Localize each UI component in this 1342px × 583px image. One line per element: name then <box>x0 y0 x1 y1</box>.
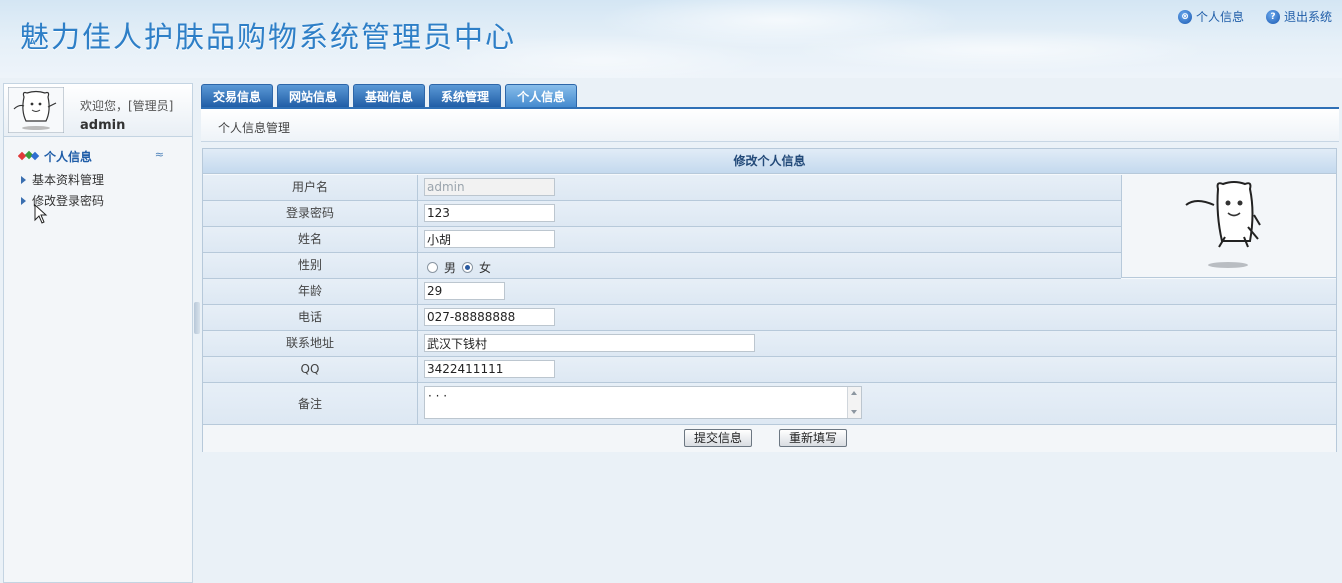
page-header: 魅力佳人护肤品购物系统管理员中心 ⊗ 个人信息 ? 退出系统 <box>0 0 1342 78</box>
submit-button[interactable]: 提交信息 <box>684 429 753 447</box>
age-input[interactable] <box>424 282 505 300</box>
left-sidebar: 欢迎您，[管理员] admin 个人信息 ≈ 基本资料管理 修改登录密码 <box>3 83 193 583</box>
gender-female-label[interactable]: 女 <box>479 259 491 276</box>
name-label: 姓名 <box>203 227 418 252</box>
top-link-logout-label: 退出系统 <box>1283 10 1332 24</box>
username-label: 用户名 <box>203 175 418 200</box>
profile-form: 修改个人信息 用户名 登录密码 姓名 性别 男 女 <box>202 148 1337 452</box>
gender-male-label[interactable]: 男 <box>444 259 456 276</box>
avatar-photo <box>1185 181 1261 268</box>
breadcrumb-text: 个人信息管理 <box>218 121 291 135</box>
admin-username: admin <box>80 118 126 133</box>
page-title: 魅力佳人护肤品购物系统管理员中心 <box>20 20 517 54</box>
name-input[interactable] <box>424 230 555 248</box>
username-input[interactable] <box>424 178 555 196</box>
collapse-icon[interactable]: ≈ <box>155 148 164 161</box>
sidebar-item-basic-info[interactable]: 基本资料管理 <box>21 171 104 188</box>
phone-label: 电话 <box>203 305 418 330</box>
tab-base-info[interactable]: 基础信息 <box>353 84 426 108</box>
form-title: 修改个人信息 <box>203 149 1336 174</box>
textarea-scrollbar[interactable] <box>847 387 861 418</box>
qq-input[interactable] <box>424 360 555 378</box>
reset-button[interactable]: 重新填写 <box>779 429 848 447</box>
phone-input[interactable] <box>424 308 555 326</box>
breadcrumb: 个人信息管理 <box>201 109 1339 142</box>
form-row-qq: QQ <box>203 357 1336 383</box>
top-links: ⊗ 个人信息 ? 退出系统 <box>1177 8 1332 25</box>
remark-text: · · · <box>428 389 448 403</box>
tab-personal-info[interactable]: 个人信息 <box>505 84 578 109</box>
remark-label: 备注 <box>203 383 418 424</box>
address-label: 联系地址 <box>203 331 418 356</box>
main-tabs: 交易信息 网站信息 基础信息 系统管理 个人信息 <box>201 84 578 109</box>
gender-radio-group: 男 女 <box>427 259 491 276</box>
top-link-logout[interactable]: ? 退出系统 <box>1265 8 1332 25</box>
menu-group-personal[interactable]: 个人信息 ≈ <box>18 148 168 164</box>
triangle-right-icon <box>21 196 26 205</box>
top-link-profile[interactable]: ⊗ 个人信息 <box>1177 8 1244 25</box>
form-row-name: 姓名 <box>203 227 1121 253</box>
gender-female-radio[interactable] <box>462 262 474 273</box>
address-input[interactable] <box>424 334 755 352</box>
form-row-age: 年龄 <box>203 279 1336 305</box>
gems-icon <box>18 150 40 161</box>
form-row-username: 用户名 <box>203 175 1121 201</box>
tab-trade-info[interactable]: 交易信息 <box>201 84 274 108</box>
gender-label: 性别 <box>203 253 418 278</box>
tab-site-info[interactable]: 网站信息 <box>277 84 350 108</box>
form-row-phone: 电话 <box>203 305 1336 331</box>
password-label: 登录密码 <box>203 201 418 226</box>
tab-system-admin[interactable]: 系统管理 <box>429 84 502 108</box>
form-row-remark: 备注 · · · <box>203 383 1336 425</box>
avatar <box>8 87 64 133</box>
triangle-right-icon <box>21 175 26 184</box>
gender-male-radio[interactable] <box>427 262 438 273</box>
age-label: 年龄 <box>203 279 418 304</box>
avatar-photo-cell <box>1121 175 1336 278</box>
scroll-up-icon[interactable] <box>851 391 857 395</box>
qq-label: QQ <box>203 357 418 382</box>
scroll-down-icon[interactable] <box>851 410 857 414</box>
user-box: 欢迎您，[管理员] admin <box>4 84 192 137</box>
panel-splitter-handle[interactable] <box>194 302 200 334</box>
welcome-text: 欢迎您，[管理员] <box>80 99 174 113</box>
form-row-address: 联系地址 <box>203 331 1336 357</box>
form-actions: 提交信息 重新填写 <box>203 425 1336 452</box>
remark-textarea[interactable]: · · · <box>424 386 862 419</box>
sidebar-item-label: 基本资料管理 <box>32 173 105 187</box>
password-input[interactable] <box>424 204 555 222</box>
form-row-gender: 性别 男 女 <box>203 253 1121 279</box>
user-icon: ⊗ <box>1177 9 1192 24</box>
menu-group-label: 个人信息 <box>44 149 93 164</box>
top-link-profile-label: 个人信息 <box>1195 10 1244 24</box>
mouse-cursor-icon <box>34 204 48 224</box>
form-row-password: 登录密码 <box>203 201 1121 227</box>
help-icon: ? <box>1265 9 1280 24</box>
